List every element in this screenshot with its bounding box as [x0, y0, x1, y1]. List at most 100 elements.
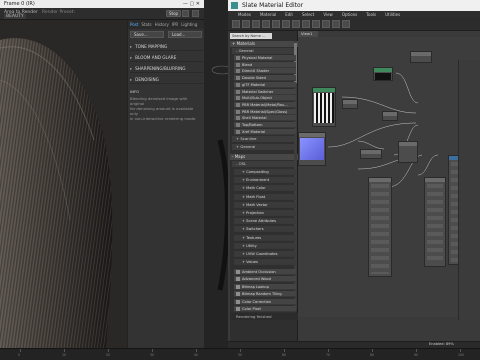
- zoom-status: Enabled: 89%: [429, 342, 454, 346]
- material-navigator-icon[interactable]: [322, 20, 330, 28]
- map-item[interactable]: Advanced Wood: [234, 276, 296, 283]
- category-general-2[interactable]: + General: [232, 144, 296, 150]
- material-icon: [236, 96, 240, 101]
- category-materials[interactable]: + Materials: [230, 41, 298, 47]
- show-background-icon[interactable]: [292, 20, 300, 28]
- tab-stats[interactable]: Stats: [141, 22, 151, 29]
- node-bitmap-pattern[interactable]: [312, 87, 336, 127]
- node-map-b[interactable]: [398, 141, 418, 163]
- timeline-bar[interactable]: 0 10 20 30 40 50 60 70 80 90 100: [0, 348, 480, 360]
- render-window-toolbar: Area to Render Render Preset: BEAUTY Sto…: [0, 8, 204, 20]
- viewport-svg: [211, 65, 233, 291]
- assign-material-icon[interactable]: [252, 20, 260, 28]
- osl-group-item[interactable]: + Projection: [234, 210, 296, 216]
- material-label: Material Switcher: [242, 89, 274, 94]
- info-heading: INFO: [130, 89, 140, 94]
- material-item[interactable]: Double Sided: [234, 75, 296, 82]
- section-bloom-glare[interactable]: ▸ BLOOM AND GLARE: [130, 53, 203, 62]
- pick-material-icon[interactable]: [242, 20, 250, 28]
- material-item[interactable]: Physical Material: [234, 55, 296, 61]
- timeline-tick: [152, 349, 153, 352]
- tab-history[interactable]: History: [155, 22, 169, 29]
- osl-group-item[interactable]: + Textures: [234, 234, 296, 241]
- category-osl[interactable]: - OSL: [232, 161, 296, 167]
- menu-tools[interactable]: Tools: [366, 11, 376, 18]
- material-item[interactable]: Blend: [234, 61, 296, 68]
- render-icon[interactable]: [182, 10, 189, 17]
- menu-material[interactable]: Material: [260, 11, 276, 18]
- category-maps[interactable]: - Maps: [230, 154, 298, 160]
- timeline-tick-label: 90: [414, 353, 419, 357]
- material-item[interactable]: Shell Material: [234, 115, 296, 122]
- tab-lighting[interactable]: Lighting: [181, 22, 197, 29]
- settings-icon[interactable]: [192, 10, 199, 17]
- map-icon: [236, 277, 240, 282]
- material-item[interactable]: Multi/Sub-Object: [234, 95, 296, 102]
- node-view-canvas[interactable]: [298, 37, 480, 317]
- material-item[interactable]: Xref Material: [234, 128, 296, 135]
- menu-edit[interactable]: Edit: [285, 11, 293, 18]
- node-material-blue[interactable]: [298, 132, 326, 166]
- tab-post[interactable]: Post: [130, 22, 138, 29]
- select-by-material-icon[interactable]: [342, 20, 350, 28]
- menu-modes[interactable]: Modes: [238, 11, 251, 18]
- menu-select[interactable]: Select: [302, 11, 314, 18]
- slate-material-editor: Slate Material Editor Modes Material Edi…: [228, 0, 480, 348]
- view-dropdown[interactable]: BEAUTY: [4, 14, 26, 19]
- render-frame-window: Frame 0 (IR) — ▢ ✕ Area to Render Render…: [0, 0, 205, 348]
- material-item[interactable]: glTF Material: [234, 81, 296, 88]
- section-sharpening[interactable]: ▸ SHARPENING/BLURRING: [130, 64, 203, 73]
- menu-options[interactable]: Options: [342, 11, 357, 18]
- osl-group-item[interactable]: + Environment: [234, 177, 296, 184]
- node-output[interactable]: [410, 51, 432, 63]
- node-bitmap-small[interactable]: [373, 67, 393, 81]
- navigator-panel[interactable]: [458, 60, 480, 320]
- osl-group-item[interactable]: + Compositing: [234, 169, 296, 175]
- map-item[interactable]: Bitmap Lookup: [234, 283, 296, 290]
- category-general[interactable]: - General: [232, 48, 296, 54]
- node-map-a[interactable]: [360, 149, 382, 159]
- window-controls-icon[interactable]: — ▢ ✕: [183, 0, 200, 8]
- material-item[interactable]: Top/Bottom: [234, 122, 296, 128]
- material-item[interactable]: DirectX Shader: [234, 68, 296, 75]
- layout-icon[interactable]: [302, 20, 310, 28]
- timeline-tick: [328, 349, 329, 352]
- material-item[interactable]: PBR Material(Metal/Rou...: [234, 101, 296, 108]
- node-osl-parameters-2[interactable]: [424, 177, 446, 267]
- map-item[interactable]: Bitmap Random Tiling: [234, 291, 296, 298]
- menu-view[interactable]: View: [323, 11, 333, 18]
- material-icon: [236, 129, 240, 134]
- node-osl-parameters[interactable]: [368, 177, 392, 277]
- parameter-editor-icon[interactable]: [332, 20, 340, 28]
- material-item[interactable]: Material Switcher: [234, 88, 296, 95]
- osl-group-item[interactable]: + Math Float: [234, 193, 296, 200]
- tab-ipr[interactable]: IPR: [172, 22, 178, 29]
- load-button[interactable]: Load...: [168, 31, 202, 38]
- stop-button[interactable]: Stop: [166, 10, 182, 17]
- layout-children-icon[interactable]: [312, 20, 320, 28]
- osl-group-item[interactable]: + Values: [234, 259, 296, 266]
- material-label: PBR Material(Metal/Rou...: [242, 102, 288, 107]
- delete-icon[interactable]: [262, 20, 270, 28]
- node-mix[interactable]: [342, 99, 358, 109]
- node-color-correct[interactable]: [382, 111, 398, 121]
- menu-utilities[interactable]: Utilities: [385, 11, 400, 18]
- osl-group-item[interactable]: + Scene Attributes: [234, 218, 296, 225]
- move-children-icon[interactable]: [272, 20, 280, 28]
- category-scanline[interactable]: + Scanline: [232, 136, 296, 142]
- material-item[interactable]: PBR Material(Spec/Gloss): [234, 108, 296, 115]
- search-input[interactable]: Search by Name ...: [230, 33, 272, 39]
- osl-group-item[interactable]: + Switchers: [234, 226, 296, 233]
- show-map-icon[interactable]: [282, 20, 290, 28]
- section-denoising[interactable]: ▸ DENOISING: [130, 75, 203, 84]
- save-button[interactable]: Save...: [130, 31, 164, 38]
- map-item[interactable]: Color Correction: [234, 298, 296, 305]
- osl-group-item[interactable]: + Math Color: [234, 185, 296, 192]
- osl-group-item[interactable]: + Math Vector: [234, 201, 296, 208]
- select-tool-icon[interactable]: [232, 20, 240, 28]
- map-item[interactable]: Color Pixel: [234, 306, 296, 312]
- osl-group-item[interactable]: + Utility: [234, 242, 296, 249]
- map-item[interactable]: Ambient Occlusion: [234, 269, 296, 275]
- section-tone-mapping[interactable]: ▸ TONE MAPPING: [130, 42, 203, 51]
- osl-group-item[interactable]: + UVW Coordinates: [234, 251, 296, 257]
